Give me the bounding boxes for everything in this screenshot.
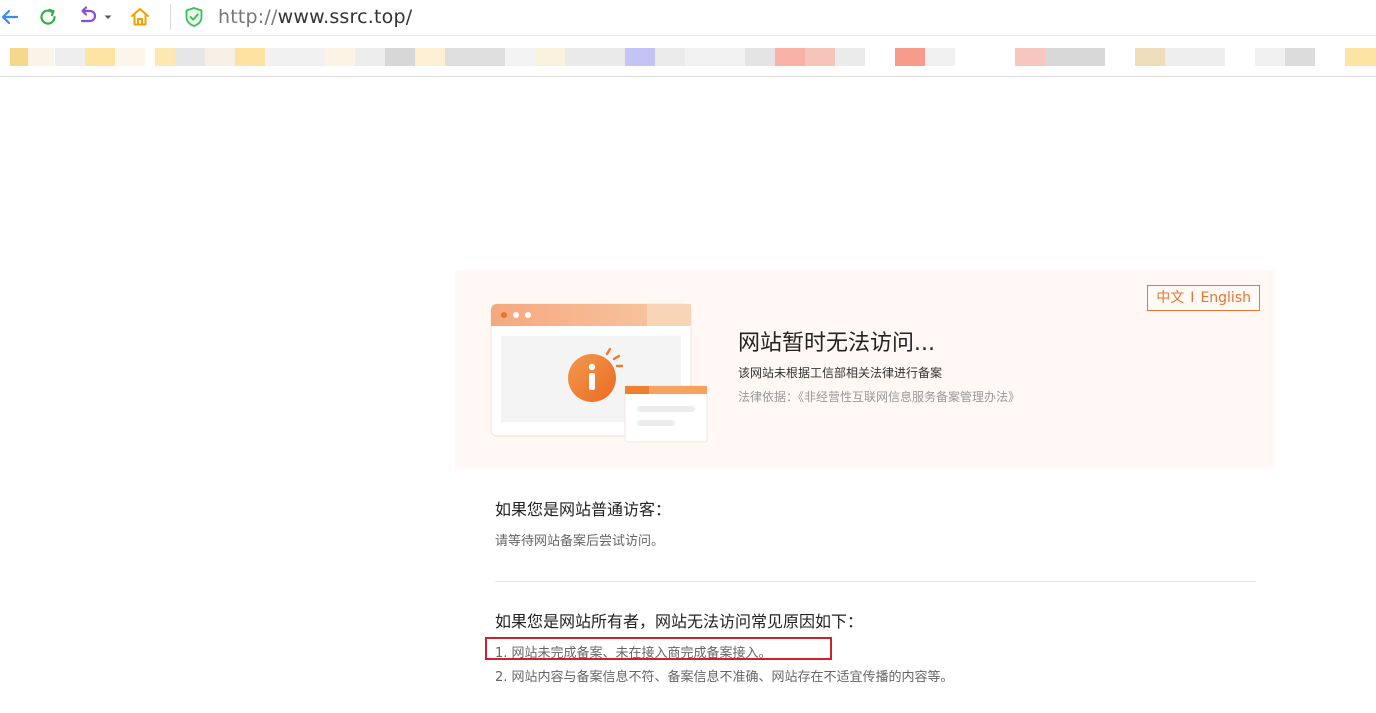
- bookmark-item[interactable]: [1015, 48, 1045, 66]
- bookmark-item[interactable]: [1165, 48, 1225, 66]
- security-indicator[interactable]: [182, 4, 206, 30]
- undo-icon: [80, 6, 97, 23]
- lang-chinese-option[interactable]: 中文: [1156, 290, 1184, 306]
- bookmark-item[interactable]: [385, 48, 415, 66]
- bookmark-item[interactable]: [445, 48, 505, 66]
- shield-check-icon: [185, 7, 203, 27]
- bookmark-item[interactable]: [805, 48, 835, 66]
- browser-toolbar: http://www.ssrc.top/: [0, 0, 1376, 36]
- bookmarks-bar: [0, 37, 1376, 77]
- bookmark-item[interactable]: [85, 48, 115, 66]
- home-button[interactable]: [126, 4, 154, 30]
- legal-basis: 法律依据：《非经营性互联网信息服务备案管理办法》: [738, 390, 1021, 404]
- url-scheme: http://: [218, 6, 278, 28]
- bookmark-item[interactable]: [205, 48, 235, 66]
- reason-item: 2. 网站内容与备案信息不符、备案信息不准确、网站存在不适宜传播的内容等。: [495, 670, 954, 685]
- bookmark-item[interactable]: [505, 48, 535, 66]
- bookmark-item[interactable]: [685, 48, 745, 66]
- page-title: 网站暂时无法访问...: [738, 331, 935, 356]
- annotation-highlight-box: [485, 637, 832, 660]
- bookmark-item[interactable]: [355, 48, 385, 66]
- visitor-text: 请等待网站备案后尝试访问。: [495, 534, 665, 549]
- bookmark-item[interactable]: [265, 48, 325, 66]
- site-unavailable-illustration: [490, 303, 708, 443]
- url-host: www.ssrc.top/: [277, 6, 413, 28]
- bookmark-item[interactable]: [28, 48, 54, 66]
- bookmark-item[interactable]: [895, 48, 925, 66]
- bookmark-item[interactable]: [535, 48, 565, 66]
- lang-separator: I: [1190, 290, 1195, 306]
- bookmark-item[interactable]: [1345, 48, 1376, 66]
- owner-heading: 如果您是网站所有者，网站无法访问常见原因如下：: [495, 612, 864, 631]
- address-bar[interactable]: http://www.ssrc.top/: [218, 6, 412, 28]
- chevron-down-icon: [104, 15, 112, 19]
- bookmark-item[interactable]: [155, 48, 175, 66]
- bookmark-item[interactable]: [625, 48, 655, 66]
- bookmark-item[interactable]: [745, 48, 775, 66]
- bookmark-item[interactable]: [1135, 48, 1165, 66]
- bookmark-item[interactable]: [175, 48, 205, 66]
- bookmark-item[interactable]: [655, 48, 685, 66]
- home-icon: [131, 8, 149, 26]
- refresh-button[interactable]: [34, 4, 62, 30]
- bookmark-item[interactable]: [115, 48, 145, 66]
- unavailable-notice: 中文 I English 网站暂时无法访问... 该网站未根据工信部相关法律进行…: [455, 270, 1274, 468]
- undo-menu-button[interactable]: [100, 4, 116, 30]
- bookmark-item[interactable]: [925, 48, 955, 66]
- bookmark-item[interactable]: [55, 48, 85, 66]
- bookmark-item[interactable]: [565, 48, 625, 66]
- refresh-icon: [40, 8, 56, 25]
- notice-subtitle: 该网站未根据工信部相关法律进行备案: [738, 366, 943, 380]
- language-switch[interactable]: 中文 I English: [1147, 285, 1260, 311]
- undo-close-tab-button[interactable]: [74, 4, 102, 30]
- bookmark-item[interactable]: [235, 48, 265, 66]
- bookmark-item[interactable]: [1255, 48, 1285, 66]
- bookmark-item[interactable]: [835, 48, 865, 66]
- visitor-heading: 如果您是网站普通访客：: [495, 500, 672, 519]
- back-button[interactable]: [0, 4, 24, 30]
- bookmark-item[interactable]: [325, 48, 355, 66]
- bookmark-item[interactable]: [775, 48, 805, 66]
- bookmark-item[interactable]: [415, 48, 445, 66]
- section-divider: [495, 581, 1256, 582]
- bookmark-item[interactable]: [10, 48, 28, 66]
- bookmark-item[interactable]: [1285, 48, 1315, 66]
- lang-english-option[interactable]: English: [1200, 290, 1251, 306]
- arrow-left-icon: [1, 9, 19, 25]
- bookmark-item[interactable]: [1045, 48, 1105, 66]
- toolbar-separator: [170, 4, 171, 30]
